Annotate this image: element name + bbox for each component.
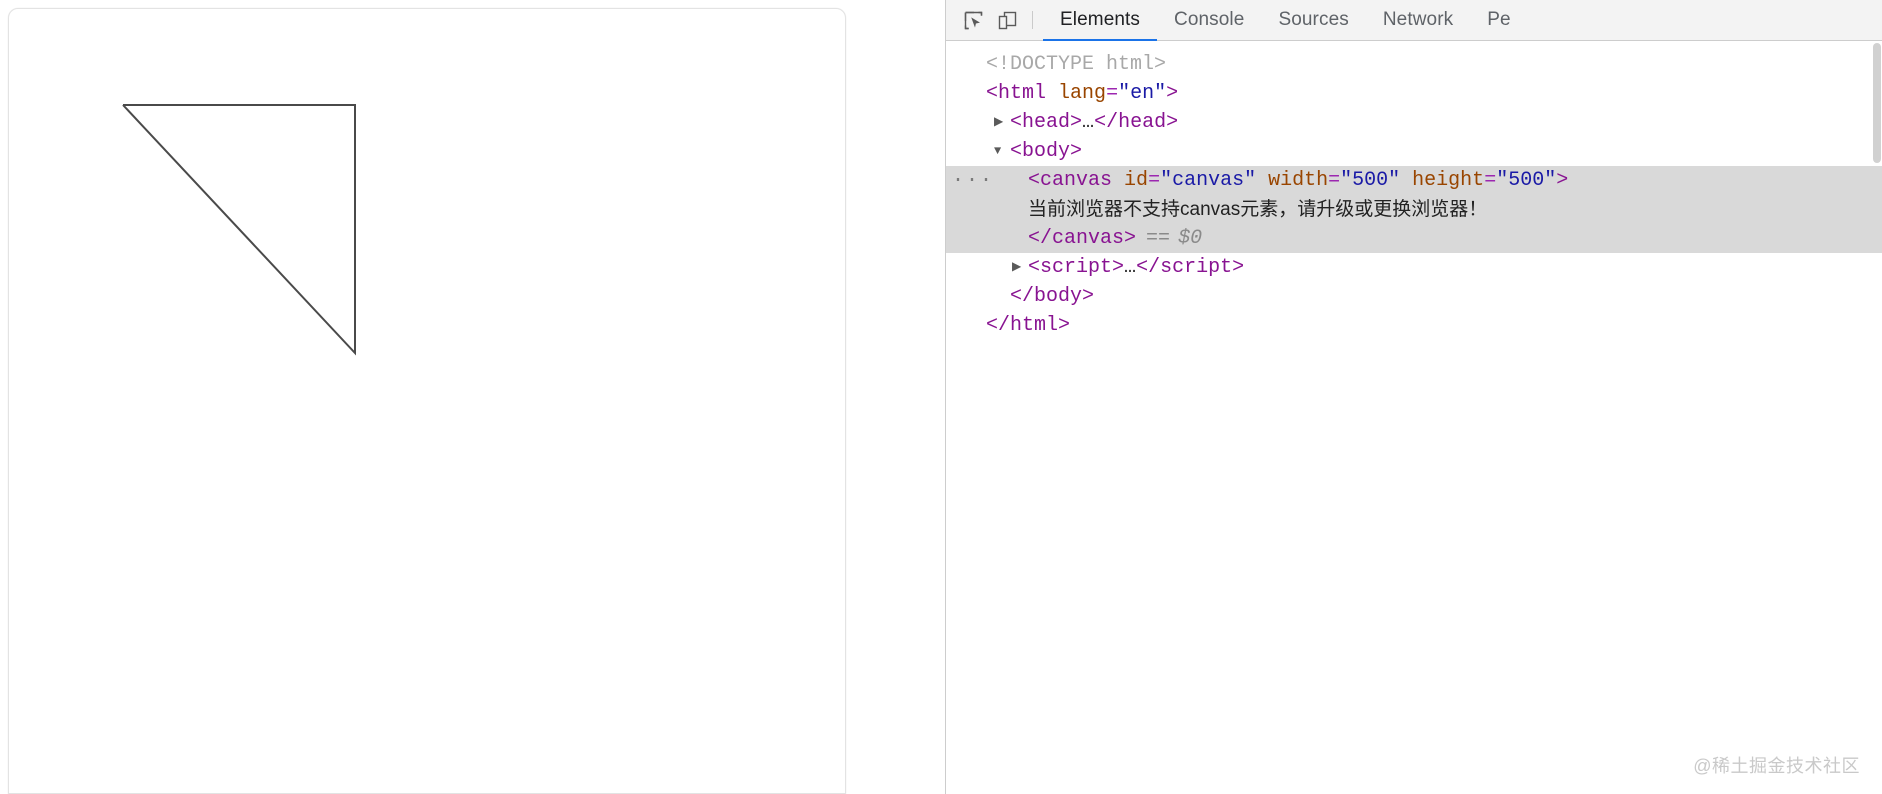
- devtools-tab-bar: Elements Console Sources Network Pe: [1043, 0, 1528, 41]
- watermark: @稀土掘金技术社区: [1693, 752, 1860, 778]
- token-doctype: <!DOCTYPE html>: [986, 53, 1166, 76]
- token-ellipsis: …: [1082, 111, 1094, 134]
- dom-node-body-open[interactable]: ▼<body>: [946, 137, 1882, 166]
- chevron-down-icon[interactable]: ▼: [994, 137, 1010, 166]
- token-tagname: script: [1160, 256, 1232, 279]
- tab-sources[interactable]: Sources: [1261, 0, 1365, 41]
- token-punct: </: [1094, 111, 1118, 134]
- token-attr-name: width: [1268, 169, 1328, 192]
- token-punct: >: [1166, 111, 1178, 134]
- dom-node-body-close[interactable]: ▶</body>: [946, 282, 1882, 311]
- token-tagname: body: [1034, 285, 1082, 308]
- token-plain: =: [1106, 82, 1118, 105]
- token-plain: [1256, 169, 1268, 192]
- token-textnode: 当前浏览器不支持canvas元素，请升级或更换浏览器！: [1028, 199, 1487, 220]
- token-plain: [1400, 169, 1412, 192]
- token-tagname: canvas: [1040, 169, 1112, 192]
- token-punct: >: [1058, 314, 1070, 337]
- token-punct: </: [1028, 227, 1052, 250]
- token-punct: <: [1028, 169, 1040, 192]
- dom-tree[interactable]: ▶<!DOCTYPE html>▶<html lang="en">▶<head>…: [946, 41, 1882, 794]
- dom-node-markup: <canvas id="canvas" width="500" height="…: [1028, 166, 1568, 195]
- dom-node-markup: <script>…</script>: [1028, 253, 1244, 282]
- token-ellipsis: …: [1124, 256, 1136, 279]
- dom-node-markup: <head>…</head>: [1010, 108, 1178, 137]
- browser-page-viewport: [0, 0, 945, 794]
- dom-node-head[interactable]: ▶<head>…</head>: [946, 108, 1882, 137]
- token-attr-value: "500": [1340, 169, 1400, 192]
- devtools-panel: Elements Console Sources Network Pe ▶<!D…: [945, 0, 1882, 794]
- token-plain: [1046, 82, 1058, 105]
- token-punct: >: [1166, 82, 1178, 105]
- page-content-card: [8, 8, 846, 794]
- tab-network[interactable]: Network: [1366, 0, 1470, 41]
- device-toolbar-icon[interactable]: [990, 5, 1024, 35]
- toolbar-divider: [1032, 11, 1033, 29]
- dom-node-markup: </canvas> == $0: [1028, 224, 1202, 253]
- token-punct: >: [1070, 140, 1082, 163]
- device-toolbar-icon-glyph: [997, 10, 1018, 31]
- token-tagname: canvas: [1052, 227, 1124, 250]
- token-attr-name: lang: [1058, 82, 1106, 105]
- chevron-right-icon[interactable]: ▶: [1012, 253, 1028, 282]
- dom-node-markup: <html lang="en">: [986, 79, 1178, 108]
- token-tagname: html: [998, 82, 1046, 105]
- token-attr-name: id: [1124, 169, 1148, 192]
- token-tagname: body: [1022, 140, 1070, 163]
- dom-node-canvas-text[interactable]: ▶当前浏览器不支持canvas元素，请升级或更换浏览器！: [946, 195, 1882, 224]
- inspect-element-icon[interactable]: [956, 5, 990, 35]
- dom-node-markup: 当前浏览器不支持canvas元素，请升级或更换浏览器！: [1028, 195, 1487, 225]
- token-punct: <: [1010, 111, 1022, 134]
- token-punct: <: [1010, 140, 1022, 163]
- token-punct: >: [1070, 111, 1082, 134]
- dom-node-doctype[interactable]: ▶<!DOCTYPE html>: [946, 50, 1882, 79]
- dom-node-markup: <!DOCTYPE html>: [986, 50, 1166, 79]
- token-tagname: script: [1040, 256, 1112, 279]
- triangle-drawing: [9, 9, 847, 794]
- token-plain: =: [1484, 169, 1496, 192]
- token-tagname: head: [1118, 111, 1166, 134]
- dom-node-script[interactable]: ▶<script>…</script>: [946, 253, 1882, 282]
- token-punct: >: [1556, 169, 1568, 192]
- devtools-toolbar: Elements Console Sources Network Pe: [946, 0, 1882, 41]
- devtools-scrollbar[interactable]: [1872, 41, 1882, 794]
- token-punct: </: [986, 314, 1010, 337]
- token-dollar-zero: $0: [1178, 227, 1202, 250]
- scrollbar-thumb[interactable]: [1873, 43, 1881, 163]
- dom-node-canvas-close[interactable]: ▶</canvas>==$0: [946, 224, 1882, 253]
- tab-elements[interactable]: Elements: [1043, 0, 1157, 41]
- devtools-screenshot-root: Elements Console Sources Network Pe ▶<!D…: [0, 0, 1882, 794]
- token-attr-value: "canvas": [1160, 169, 1256, 192]
- token-punct: </: [1136, 256, 1160, 279]
- dom-node-markup: </html>: [986, 311, 1070, 340]
- dom-node-html-close[interactable]: ▶</html>: [946, 311, 1882, 340]
- token-attr-value: "en": [1118, 82, 1166, 105]
- token-eq-marker: ==: [1146, 227, 1170, 250]
- token-punct: <: [986, 82, 998, 105]
- token-attr-name: height: [1412, 169, 1484, 192]
- node-overflow-dots[interactable]: ···: [952, 166, 994, 195]
- canvas-element[interactable]: [9, 9, 847, 794]
- inspect-element-icon-glyph: [963, 10, 984, 31]
- token-plain: =: [1328, 169, 1340, 192]
- dom-node-html-open[interactable]: ▶<html lang="en">: [946, 79, 1882, 108]
- dom-node-canvas-open[interactable]: ···▶<canvas id="canvas" width="500" heig…: [946, 166, 1882, 195]
- tab-performance[interactable]: Pe: [1470, 0, 1527, 41]
- dom-node-markup: </body>: [1010, 282, 1094, 311]
- token-plain: [1112, 169, 1124, 192]
- chevron-right-icon[interactable]: ▶: [994, 108, 1010, 137]
- token-attr-value: "500": [1496, 169, 1556, 192]
- token-punct: >: [1232, 256, 1244, 279]
- token-punct: >: [1124, 227, 1136, 250]
- tab-console[interactable]: Console: [1157, 0, 1261, 41]
- token-plain: =: [1148, 169, 1160, 192]
- token-punct: >: [1082, 285, 1094, 308]
- token-punct: >: [1112, 256, 1124, 279]
- token-punct: </: [1010, 285, 1034, 308]
- token-tagname: head: [1022, 111, 1070, 134]
- dom-node-markup: <body>: [1010, 137, 1082, 166]
- token-punct: <: [1028, 256, 1040, 279]
- token-tagname: html: [1010, 314, 1058, 337]
